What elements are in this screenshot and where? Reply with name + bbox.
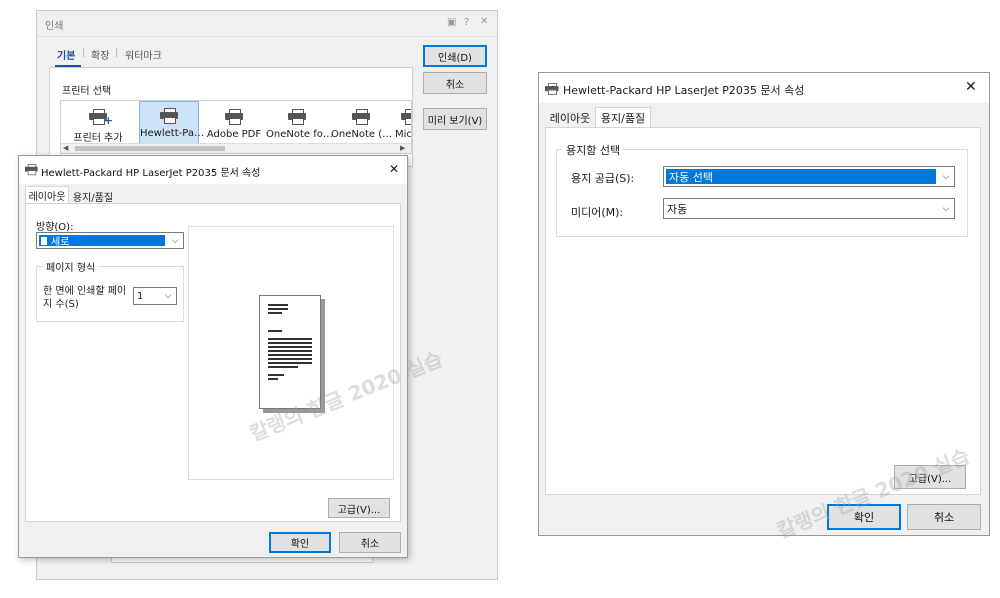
- media-select[interactable]: 자동 ⌵: [663, 198, 955, 219]
- advanced-button[interactable]: 고급(V)...: [328, 498, 390, 518]
- printer-section-label: 프린터 선택: [62, 86, 112, 97]
- chevron-down-icon: ⌵: [942, 203, 950, 214]
- printer-label: OneNote fo…: [266, 129, 333, 140]
- printer-list: + 프린터 추가 Hewlett-Pa… Adobe PDF OneNote f…: [60, 100, 412, 154]
- printer-item-hp[interactable]: Hewlett-Pa…: [139, 101, 204, 145]
- printer-item-adobe[interactable]: Adobe PDF: [206, 105, 262, 145]
- printer-section: 프린터 선택 + 프린터 추가 Hewlett-Pa… Adobe PDF On…: [49, 67, 413, 167]
- printer-icon: [545, 83, 559, 95]
- printer-label: Micr: [395, 129, 412, 140]
- cancel-button[interactable]: 취소: [339, 532, 401, 553]
- help-icon[interactable]: ?: [464, 17, 469, 28]
- page-format-legend: 페이지 형식: [43, 259, 99, 274]
- page-preview-text: [268, 304, 288, 314]
- paper-tab-panel: 용지함 선택 용지 공급(S): 자동 선택 ⌵ 미디어(M): 자동 ⌵ 고급…: [545, 127, 981, 495]
- printer-icon: [288, 109, 306, 125]
- printer-item-micr[interactable]: Micr: [395, 105, 412, 145]
- scroll-right-icon[interactable]: ▶: [400, 144, 405, 152]
- chevron-down-icon: ⌵: [171, 235, 179, 246]
- pages-per-sheet-label: 한 면에 인쇄할 페이지 수(S): [43, 286, 127, 310]
- cancel-button[interactable]: 취소: [907, 504, 981, 530]
- media-label: 미디어(M):: [571, 206, 624, 219]
- page-format-group: 페이지 형식 한 면에 인쇄할 페이지 수(S) 1 ⌵: [36, 259, 184, 322]
- tray-selection-group: 용지함 선택 용지 공급(S): 자동 선택 ⌵ 미디어(M): 자동 ⌵: [556, 142, 968, 237]
- printer-icon: [25, 164, 38, 176]
- cancel-button[interactable]: 취소: [423, 72, 487, 94]
- tab-watermark[interactable]: 워터마크: [125, 47, 162, 62]
- chevron-down-icon: ⌵: [164, 291, 172, 301]
- orientation-label: 방향(O):: [36, 222, 74, 233]
- printer-item-onenote2[interactable]: OneNote (…: [331, 105, 393, 145]
- page-preview-area: [188, 226, 394, 480]
- printer-icon: [225, 109, 243, 125]
- printer-icon: [401, 109, 411, 125]
- scroll-left-icon[interactable]: ◀: [63, 144, 68, 152]
- print-dialog-titlebar: 인쇄 ▣ ? ✕: [37, 11, 497, 37]
- printer-label: Hewlett-Pa…: [140, 128, 204, 139]
- layout-dialog-title: Hewlett-Packard HP LaserJet P2035 문서 속성: [41, 168, 261, 179]
- media-value: 자동: [667, 202, 688, 216]
- paper-source-label: 용지 공급(S):: [571, 172, 635, 185]
- portrait-icon: [41, 236, 47, 245]
- print-tabs: 기본 | 확장 | 워터마크: [57, 47, 217, 63]
- print-button[interactable]: 인쇄(D): [423, 45, 487, 67]
- paper-source-select[interactable]: 자동 선택 ⌵: [663, 166, 955, 187]
- printer-label: Adobe PDF: [206, 129, 262, 140]
- orientation-select[interactable]: 세로 ⌵: [36, 232, 184, 249]
- printer-item-add[interactable]: + 프린터 추가: [67, 105, 129, 145]
- paper-source-value: 자동 선택: [666, 169, 936, 184]
- printer-label: OneNote (…: [331, 129, 393, 140]
- tab-separator: |: [115, 47, 119, 58]
- preview-button[interactable]: 미리 보기(V): [423, 108, 487, 130]
- tab-separator: |: [82, 47, 86, 58]
- printer-icon: [352, 109, 370, 125]
- paper-dialog-titlebar: Hewlett-Packard HP LaserJet P2035 문서 속성 …: [539, 73, 989, 103]
- chevron-down-icon: ⌵: [942, 171, 950, 182]
- pages-per-sheet-value: 1: [137, 290, 144, 302]
- layout-tab-panel: 방향(O): 세로 ⌵ 페이지 형식 한 면에 인쇄할 페이지 수(S) 1 ⌵: [25, 203, 401, 522]
- close-icon[interactable]: ✕: [480, 16, 488, 27]
- pages-per-sheet-select[interactable]: 1 ⌵: [133, 287, 177, 305]
- close-icon[interactable]: ✕: [389, 162, 399, 176]
- layout-dialog: Hewlett-Packard HP LaserJet P2035 문서 속성 …: [18, 155, 408, 558]
- tab-extended[interactable]: 확장: [91, 47, 109, 62]
- printer-add-icon: +: [89, 109, 113, 127]
- layout-icon[interactable]: ▣: [447, 17, 456, 28]
- tab-paper-quality[interactable]: 용지/품질: [595, 107, 651, 128]
- printer-item-onenote1[interactable]: OneNote fo…: [266, 105, 333, 145]
- printer-scrollbar[interactable]: ◀ ▶: [61, 143, 411, 153]
- scroll-thumb[interactable]: [75, 146, 225, 151]
- ok-button[interactable]: 확인: [269, 532, 331, 553]
- tab-basic[interactable]: 기본: [57, 47, 75, 62]
- printer-icon: [160, 108, 178, 124]
- layout-dialog-titlebar: Hewlett-Packard HP LaserJet P2035 문서 속성 …: [19, 156, 407, 184]
- printer-label: 프린터 추가: [73, 133, 123, 144]
- tab-layout[interactable]: 레이아웃: [545, 109, 595, 127]
- tab-layout[interactable]: 레이아웃: [25, 186, 69, 204]
- print-dialog-title: 인쇄: [45, 21, 64, 32]
- orientation-value: 세로: [39, 235, 165, 246]
- tab-paper-quality[interactable]: 용지/품질: [69, 188, 117, 204]
- paper-dialog-title: Hewlett-Packard HP LaserJet P2035 문서 속성: [563, 84, 805, 97]
- tray-selection-legend: 용지함 선택: [563, 142, 624, 158]
- close-icon[interactable]: ✕: [965, 79, 977, 95]
